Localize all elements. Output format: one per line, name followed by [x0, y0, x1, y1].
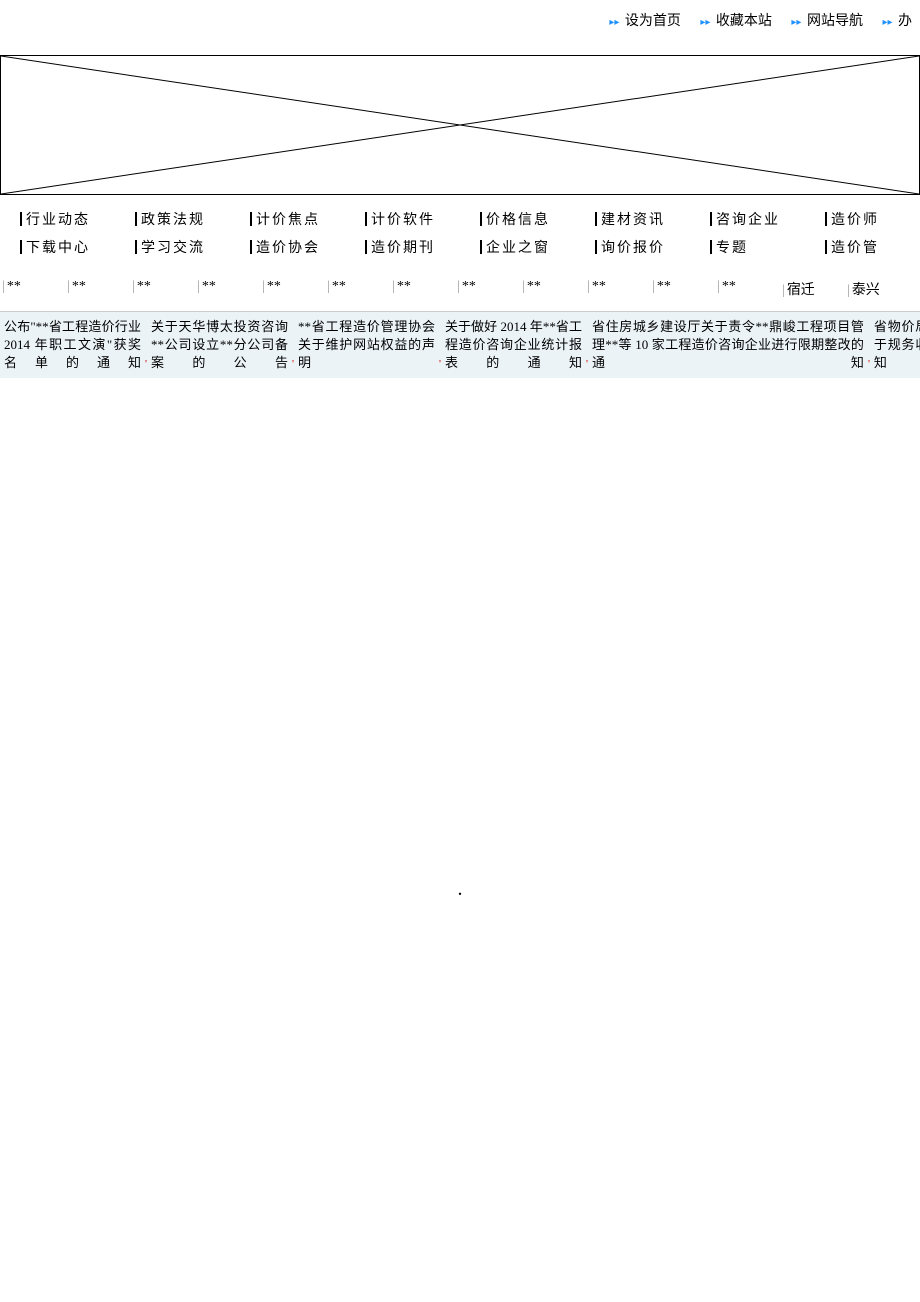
top-utility-links: ▸▸ 设为首页 ▸▸ 收藏本站 ▸▸ 网站导航 ▸▸ 办	[0, 0, 920, 40]
nav-price-info[interactable]: 价格信息	[460, 209, 575, 229]
sitemap-link[interactable]: ▸▸ 网站导航	[791, 10, 863, 30]
region-link[interactable]: |**	[195, 279, 260, 299]
region-link[interactable]: |**	[715, 279, 780, 299]
arrow-icon: ▸▸	[882, 17, 892, 28]
notice-marquee: 公布"**省工程造价行业 2014 年职工文演"获奖名单的通知 ' 关于天华博太…	[0, 312, 920, 378]
nav-topic[interactable]: 专题	[690, 237, 805, 257]
arrow-icon: ▸▸	[609, 17, 619, 28]
notice-link[interactable]: 关于做好 2014 年**省工程造价咨询企业统计报表的通知	[441, 318, 586, 372]
region-link[interactable]: |**	[520, 279, 585, 299]
nav-row-1: 行业动态 政策法规 计价焦点 计价软件 价格信息 建材资讯 咨询企业 造价师	[0, 205, 920, 233]
nav-journal[interactable]: 造价期刊	[345, 237, 460, 257]
page-footer-dot: .	[0, 878, 920, 901]
nav-cost-mgmt[interactable]: 造价管	[805, 237, 920, 257]
region-link[interactable]: |**	[585, 279, 650, 299]
notice-link[interactable]: 公布"**省工程造价行业 2014 年职工文演"获奖名单的通知	[0, 318, 145, 372]
bookmark-link[interactable]: ▸▸ 收藏本站	[700, 10, 772, 30]
notice-link[interactable]: **省工程造价管理协会关于维护网站权益的声明	[294, 318, 439, 372]
nav-cost-engineer[interactable]: 造价师	[805, 209, 920, 229]
region-link[interactable]: |**	[390, 279, 455, 299]
region-link[interactable]: |**	[260, 279, 325, 299]
nav-industry-news[interactable]: 行业动态	[0, 209, 115, 229]
nav-learning[interactable]: 学习交流	[115, 237, 230, 257]
region-link[interactable]: |**	[130, 279, 195, 299]
nav-download[interactable]: 下载中心	[0, 237, 115, 257]
arrow-icon: ▸▸	[791, 17, 801, 28]
nav-row-2: 下载中心 学习交流 造价协会 造价期刊 企业之窗 询价报价 专题 造价管	[0, 233, 920, 261]
region-link[interactable]: |**	[650, 279, 715, 299]
region-taixing[interactable]: |泰兴	[845, 279, 910, 299]
region-link[interactable]: |**	[0, 279, 65, 299]
nav-association[interactable]: 造价协会	[230, 237, 345, 257]
arrow-icon: ▸▸	[700, 17, 710, 28]
nav-pricing-software[interactable]: 计价软件	[345, 209, 460, 229]
nav-policy[interactable]: 政策法规	[115, 209, 230, 229]
notice-link[interactable]: 省物价局厅关于规务收费标知	[870, 318, 920, 372]
set-homepage-link[interactable]: ▸▸ 设为首页	[609, 10, 681, 30]
region-suqian[interactable]: |宿迁	[780, 279, 845, 299]
nav-enterprise[interactable]: 企业之窗	[460, 237, 575, 257]
header-banner	[0, 55, 920, 195]
office-link[interactable]: ▸▸ 办	[882, 10, 912, 30]
region-nav: |** |** |** |** |** |** |** |** |** |** …	[0, 271, 920, 312]
region-link[interactable]: |**	[325, 279, 390, 299]
nav-material-news[interactable]: 建材资讯	[575, 209, 690, 229]
nav-inquiry[interactable]: 询价报价	[575, 237, 690, 257]
nav-pricing-focus[interactable]: 计价焦点	[230, 209, 345, 229]
main-nav: 行业动态 政策法规 计价焦点 计价软件 价格信息 建材资讯 咨询企业 造价师 下…	[0, 195, 920, 271]
notice-link[interactable]: 关于天华博太投资咨询**公司设立**分公司备案的公告	[147, 318, 292, 372]
region-link[interactable]: |**	[65, 279, 130, 299]
nav-consulting[interactable]: 咨询企业	[690, 209, 805, 229]
notice-link[interactable]: 省住房城乡建设厅关于责令**鼎峻工程项目管理**等 10 家工程造价咨询企业进行…	[588, 318, 868, 372]
region-link[interactable]: |**	[455, 279, 520, 299]
